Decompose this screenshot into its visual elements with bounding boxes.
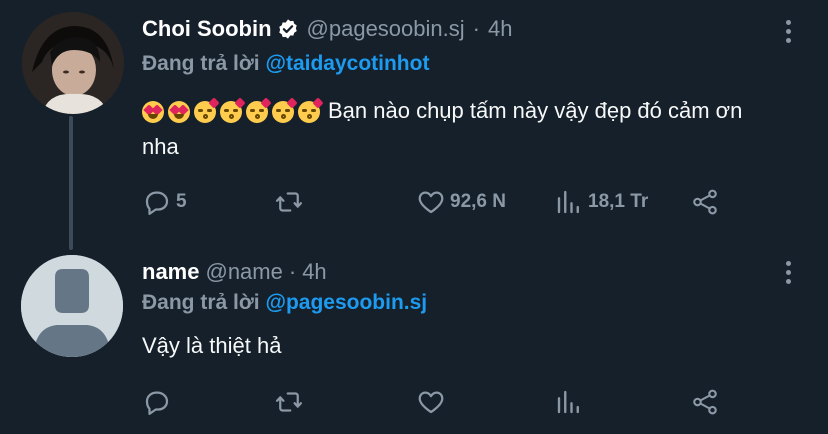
tweet-header: Choi Soobin @pagesoobin.sj · 4h [142, 16, 512, 42]
avatar[interactable] [21, 255, 123, 357]
default-avatar-icon [21, 255, 123, 357]
share-button[interactable] [690, 386, 720, 418]
tweet-original[interactable]: Choi Soobin @pagesoobin.sj · 4h Đang trả… [0, 0, 828, 250]
handle[interactable]: @name [205, 259, 282, 285]
tweet-actions: 5 92,6 N 18,1 Tr [142, 186, 732, 218]
retweet-icon [276, 192, 302, 212]
tweet-actions [142, 386, 732, 418]
kiss-emoji [246, 97, 272, 124]
tweet-text: Bạn nào chụp tấm này vậy đẹp đó cảm ơn n… [142, 93, 782, 165]
share-icon [693, 389, 717, 415]
tweet-reply[interactable]: name @name · 4h Đang trả lời @pagesoobin… [0, 250, 828, 434]
timestamp[interactable]: 4h [302, 259, 326, 285]
replying-mention-link[interactable]: @pagesoobin.sj [265, 291, 427, 314]
kiss-emoji [194, 97, 220, 124]
reply-count: 5 [176, 191, 187, 212]
reply-icon [145, 391, 169, 415]
tweet-text: Vậy là thiệt hả [142, 328, 281, 364]
replying-to: Đang trả lời @pagesoobin.sj [142, 291, 427, 315]
separator: · [288, 259, 297, 284]
timestamp[interactable]: 4h [488, 16, 512, 42]
like-count: 92,6 N [450, 191, 506, 212]
heart-eyes-emoji [168, 101, 190, 124]
retweet-button[interactable] [274, 186, 308, 218]
reply-button[interactable] [142, 386, 176, 418]
tweet-text-content: Vậy là thiệt hả [142, 333, 282, 358]
views-count: 18,1 Tr [588, 191, 649, 212]
share-button[interactable] [690, 186, 720, 218]
replying-mention-link[interactable]: @taidaycotinhot [265, 52, 429, 75]
more-icon[interactable] [786, 20, 792, 43]
like-button[interactable]: 92,6 N [416, 186, 506, 218]
like-icon [418, 191, 444, 214]
retweet-icon [276, 392, 302, 412]
views-button[interactable]: 18,1 Tr [554, 186, 648, 218]
reply-icon [145, 191, 169, 215]
reply-button[interactable]: 5 [142, 186, 187, 218]
more-icon[interactable] [786, 261, 792, 284]
display-name[interactable]: Choi Soobin [142, 16, 272, 42]
replying-to: Đang trả lời @taidaycotinhot [142, 52, 429, 76]
like-button[interactable] [416, 386, 450, 418]
avatar[interactable] [22, 12, 124, 114]
replying-label: Đang trả lời [142, 291, 260, 314]
verified-badge-icon [278, 19, 297, 39]
handle[interactable]: @pagesoobin.sj [307, 16, 465, 42]
kiss-emoji [298, 97, 324, 124]
kiss-emoji [220, 97, 246, 124]
share-icon [693, 189, 717, 215]
views-icon [557, 190, 579, 214]
views-button[interactable] [554, 386, 588, 418]
tweet-header: name @name · 4h [142, 259, 327, 285]
replying-label: Đang trả lời [142, 52, 260, 75]
views-icon [557, 390, 579, 414]
heart-eyes-emoji [142, 101, 164, 124]
retweet-button[interactable] [274, 386, 308, 418]
kiss-emoji [272, 97, 298, 124]
display-name[interactable]: name [142, 259, 199, 285]
separator: · [472, 16, 480, 41]
avatar-photo [22, 12, 124, 114]
emoji-group [142, 97, 324, 124]
like-icon [418, 391, 444, 414]
